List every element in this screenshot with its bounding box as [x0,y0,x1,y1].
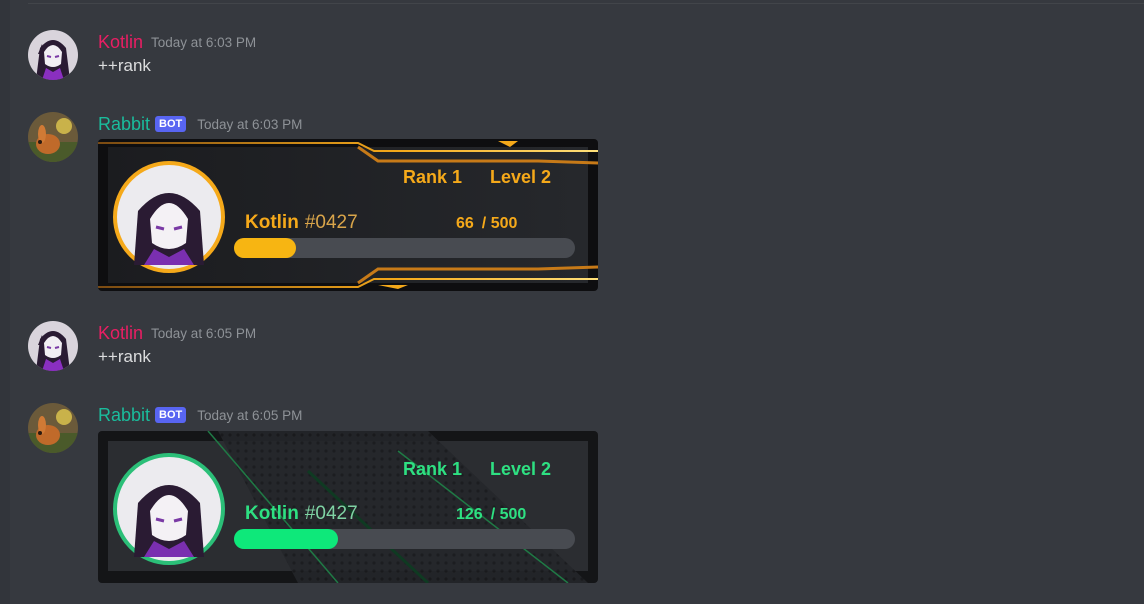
rank-label: Rank 1 [403,167,462,187]
chat-messages: Kotlin Today at 6:03 PM ++rank Rabbit BO… [0,0,1144,604]
username[interactable]: Kotlin [98,323,143,344]
username[interactable]: Rabbit [98,405,150,426]
username[interactable]: Kotlin [98,32,143,53]
rank-card-gold[interactable]: Rank 1 Level 2 Kotlin #0427 66/ 500 [98,139,598,291]
message-text: ++rank [98,347,151,366]
rabbit-avatar-icon[interactable] [28,112,78,162]
bot-tag: BOT [155,116,187,132]
top-divider [28,3,1144,4]
xp-bar-fill [234,529,338,549]
level-label: Level 2 [490,167,551,187]
timestamp: Today at 6:03 PM [197,116,303,132]
rank-label: Rank 1 [403,459,462,479]
anime-avatar-icon[interactable] [28,321,78,371]
xp-text: 126/ 500 [456,506,526,523]
message-text: ++rank [98,56,151,75]
anime-avatar-icon[interactable] [28,30,78,80]
timestamp: Today at 6:05 PM [151,325,257,341]
rank-card-green[interactable]: Rank 1 Level 2 Kotlin #0427 126/ 500 [98,431,598,583]
bot-tag: BOT [155,407,187,423]
chat-left-gutter [0,0,10,604]
xp-text: 66/ 500 [456,215,517,232]
username[interactable]: Rabbit [98,114,150,135]
rabbit-avatar-icon[interactable] [28,403,78,453]
timestamp: Today at 6:03 PM [151,34,257,50]
xp-bar-fill [234,238,296,258]
level-label: Level 2 [490,459,551,479]
timestamp: Today at 6:05 PM [197,407,303,423]
